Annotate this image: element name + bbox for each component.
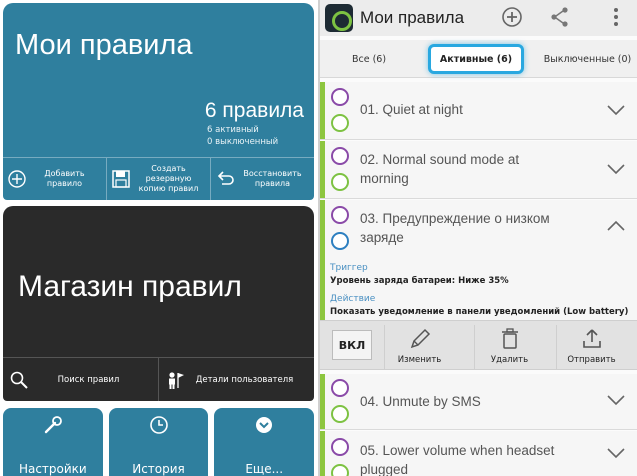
enable-toggle-button[interactable]: ВКЛ	[332, 330, 372, 360]
chevron-down-icon[interactable]	[607, 447, 625, 459]
rule-row[interactable]: 05. Lower volume when headset plugged	[320, 431, 637, 476]
tab-active[interactable]: Активные (6)	[428, 44, 524, 74]
dashboard-screen: Мои правила 6 правила 6 активный 0 выклю…	[0, 0, 318, 476]
rule-status-bar	[320, 200, 325, 262]
active-count: 6 активный	[207, 125, 259, 135]
send-label: Отправить	[567, 355, 616, 365]
rule-row[interactable]: 01. Quiet at night	[320, 82, 637, 140]
clock-icon	[148, 414, 170, 436]
speaker-icon	[331, 405, 349, 423]
chevron-down-icon[interactable]	[607, 394, 625, 406]
delete-label: Удалить	[490, 355, 529, 365]
plus-circle-icon	[7, 169, 27, 189]
tab-all[interactable]: Все (6)	[326, 44, 412, 74]
alarm-clock-icon	[331, 147, 349, 165]
undo-icon	[215, 169, 235, 189]
search-rules-button[interactable]: Поиск правил	[3, 358, 159, 401]
history-tile[interactable]: История	[108, 408, 209, 476]
rule-status-bar	[320, 262, 325, 320]
chevron-down-icon[interactable]	[607, 104, 625, 116]
search-icon	[9, 370, 29, 390]
user-flag-icon	[165, 370, 185, 390]
settings-label: Настройки	[18, 462, 87, 476]
battery-icon	[331, 206, 349, 224]
add-circle-icon[interactable]	[500, 5, 524, 29]
speaker-icon	[331, 464, 349, 476]
rule-status-bar	[320, 141, 325, 198]
rule-name: 01. Quiet at night	[360, 102, 463, 117]
rule-status-bar	[320, 374, 325, 429]
alarm-clock-icon	[331, 88, 349, 106]
info-icon	[331, 232, 349, 250]
bottom-tiles-row: Настройки История Еще...	[3, 408, 315, 476]
my-rules-title: Мои правила	[15, 29, 193, 61]
edit-button[interactable]: Изменить	[384, 325, 454, 369]
action-heading: Действие	[330, 294, 376, 304]
rule-status-bar	[320, 82, 325, 139]
user-details-label: Детали пользователя	[195, 374, 294, 385]
speaker-icon	[331, 173, 349, 191]
screenshot-root: Мои правила 6 правила 6 активный 0 выклю…	[0, 0, 637, 476]
rule-name: 02. Normal sound mode at morning	[360, 152, 520, 186]
trigger-text: Уровень заряда батареи: Ниже 35%	[330, 276, 509, 286]
pencil-icon	[408, 327, 432, 351]
rule-row[interactable]: 02. Normal sound mode at morning	[320, 141, 637, 199]
speaker-icon	[331, 114, 349, 132]
app-bar: Мои правила	[320, 0, 637, 36]
send-button[interactable]: Отправить	[556, 325, 626, 369]
tab-disabled[interactable]: Выключенные (0)	[536, 44, 637, 74]
sms-icon	[331, 379, 349, 397]
rule-row[interactable]: 04. Unmute by SMS	[320, 374, 637, 430]
chevron-up-icon[interactable]	[607, 220, 625, 232]
wrench-icon	[42, 414, 64, 436]
rules-list-screen: Мои правила Все (6) Активные (6) Выключе…	[318, 0, 637, 476]
app-bar-title: Мои правила	[360, 8, 465, 27]
rule-action-toolbar: ВКЛ Изменить Удалить Отправить	[320, 320, 637, 370]
add-rule-label: Добавить правило	[44, 169, 85, 188]
rule-detail-panel: Триггер Уровень заряда батареи: Ниже 35%…	[320, 262, 637, 320]
search-rules-label: Поиск правил	[57, 374, 120, 385]
action-text: Показать уведомление в панели уведомлени…	[330, 307, 629, 317]
upload-icon	[580, 327, 604, 351]
save-icon	[111, 169, 131, 189]
more-label: Еще...	[245, 462, 284, 476]
share-icon[interactable]	[548, 5, 572, 29]
rule-row-expanded[interactable]: 03. Предупреждение о низком заряде	[320, 200, 637, 262]
rules-store-title: Магазин правил	[18, 270, 242, 303]
overflow-menu-icon[interactable]	[604, 5, 628, 29]
my-rules-actions: Добавить правило Создать резервную копию…	[3, 157, 314, 200]
delete-button[interactable]: Удалить	[474, 325, 544, 369]
rule-name: 03. Предупреждение о низком заряде	[360, 211, 550, 245]
settings-tile[interactable]: Настройки	[3, 408, 103, 476]
more-tile[interactable]: Еще...	[214, 408, 315, 476]
edit-label: Изменить	[397, 355, 442, 365]
trash-icon	[498, 327, 522, 351]
user-details-button[interactable]: Детали пользователя	[159, 358, 314, 401]
headset-icon	[331, 438, 349, 456]
filter-tabs: Все (6) Активные (6) Выключенные (0)	[320, 40, 637, 78]
add-rule-button[interactable]: Добавить правило	[3, 158, 107, 200]
restore-rules-label: Восстановить правила	[243, 169, 302, 188]
disabled-count: 0 выключенный	[207, 137, 279, 147]
my-rules-tile[interactable]: Мои правила 6 правила 6 активный 0 выклю…	[3, 3, 314, 200]
history-label: История	[132, 462, 185, 476]
rule-status-bar	[320, 431, 325, 476]
app-logo-icon[interactable]	[325, 4, 353, 32]
rules-count: 6 правила	[204, 99, 304, 122]
chevron-circle-icon	[253, 414, 275, 436]
rule-name: 04. Unmute by SMS	[360, 394, 481, 409]
rule-name: 05. Lower volume when headset plugged	[360, 443, 555, 476]
store-actions: Поиск правил Детали пользователя	[3, 357, 314, 401]
chevron-down-icon[interactable]	[607, 163, 625, 175]
restore-rules-button[interactable]: Восстановить правила	[211, 158, 314, 200]
trigger-heading: Триггер	[330, 263, 368, 273]
rules-store-tile[interactable]: Магазин правил Поиск правил Детали польз…	[3, 206, 314, 401]
backup-rules-button[interactable]: Создать резервную копию правил	[107, 158, 211, 200]
